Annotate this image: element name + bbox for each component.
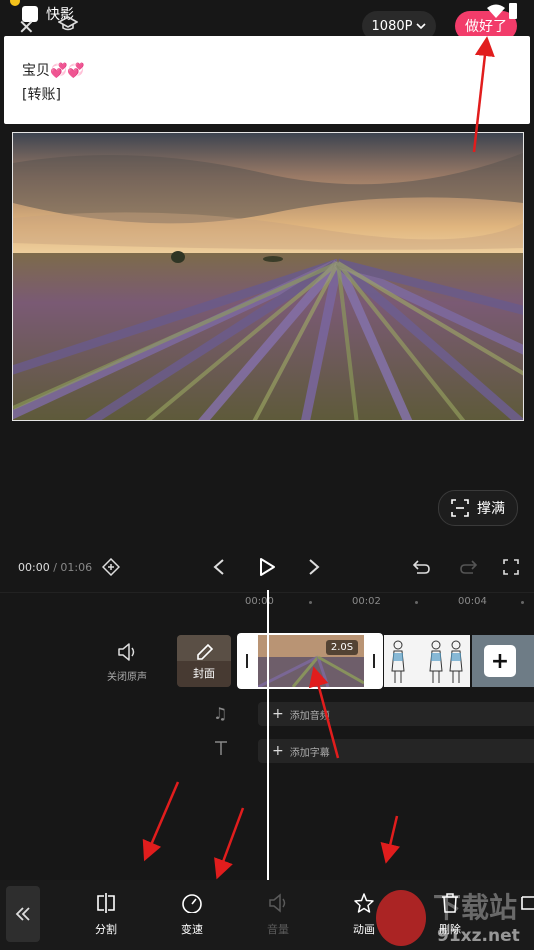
double-chevron-left-icon (15, 907, 30, 921)
total-time: / 01:06 (53, 561, 93, 574)
watermark-url: 91xz.net (437, 926, 520, 946)
add-subtitle-button[interactable]: + 添加字幕 (258, 739, 534, 763)
play-icon[interactable] (258, 557, 276, 577)
collapse-toolbar-button[interactable] (6, 886, 40, 942)
notification-message: 宝贝💞💞 (22, 63, 85, 79)
tick-label: 00:00 (245, 596, 274, 607)
arrow-to-animation (380, 815, 401, 864)
cover-label: 封面 (193, 667, 215, 680)
add-audio-button[interactable]: + 添加音频 (258, 702, 534, 726)
tick-dot (521, 601, 524, 604)
watermark-logo (376, 890, 426, 946)
notification-popup[interactable]: 宝贝💞💞 [转账] (4, 36, 530, 124)
more-tool-icon[interactable] (520, 893, 534, 913)
fill-icon (451, 499, 469, 517)
fill-label: 撑满 (477, 501, 505, 517)
tool-volume[interactable]: 音量 (253, 893, 303, 937)
tool-label: 变速 (181, 923, 203, 936)
clip-duration-badge: 2.0S (326, 640, 358, 655)
tutorial-cap-icon[interactable] (58, 16, 78, 32)
playhead[interactable] (267, 590, 269, 880)
chevron-down-icon (416, 22, 427, 30)
cover-button[interactable]: 封面 (177, 635, 231, 687)
tool-speed[interactable]: 变速 (167, 893, 217, 937)
mute-original-label[interactable]: 关闭原声 (107, 668, 147, 683)
add-clip-button[interactable]: + (484, 645, 516, 677)
wifi-icon (486, 3, 506, 19)
clip-right-handle[interactable] (373, 654, 375, 668)
next-frame-icon[interactable] (307, 558, 321, 576)
redo-icon[interactable] (459, 559, 477, 575)
split-icon (97, 893, 115, 913)
fullscreen-icon[interactable] (503, 559, 519, 575)
sketch-figures-thumbnail (391, 640, 463, 683)
speed-icon (182, 894, 202, 913)
tick-dot (415, 601, 418, 604)
watermark-text: 下载站 (433, 891, 518, 924)
tool-split[interactable]: 分割 (81, 893, 131, 937)
tick-label: 00:02 (352, 596, 381, 607)
tool-label: 动画 (353, 923, 375, 936)
tick-dot (309, 601, 312, 604)
tool-label: 分割 (95, 923, 117, 936)
current-time: 00:00 (18, 561, 50, 574)
clip-left-handle[interactable] (246, 654, 248, 668)
star-icon (354, 893, 374, 913)
text-icon (213, 740, 229, 756)
add-subtitle-label: 添加字幕 (289, 747, 330, 759)
plus-icon: + (272, 743, 284, 759)
tick-label: 00:04 (458, 596, 487, 607)
arrow-to-speed (214, 807, 245, 880)
undo-icon[interactable] (413, 559, 431, 575)
arrow-to-split (142, 781, 180, 862)
volume-icon (269, 893, 286, 913)
keyframe-icon[interactable] (102, 558, 120, 576)
notification-transfer: [转账] (22, 87, 61, 103)
lavender-field-image (13, 133, 523, 420)
video-preview[interactable] (12, 132, 524, 421)
plus-icon: + (272, 706, 284, 722)
sketch-clip[interactable] (384, 635, 470, 687)
fill-screen-button[interactable]: 撑满 (438, 490, 518, 526)
speaker-icon[interactable] (117, 642, 139, 662)
tool-label: 音量 (267, 923, 289, 936)
add-audio-label: 添加音频 (289, 710, 330, 722)
timecode: 00:00 / 01:06 (18, 561, 92, 574)
battery-icon (509, 3, 517, 19)
prev-frame-icon[interactable] (212, 558, 226, 576)
resolution-label: 1080P (371, 18, 413, 34)
music-note-icon: ♫ (213, 704, 228, 723)
